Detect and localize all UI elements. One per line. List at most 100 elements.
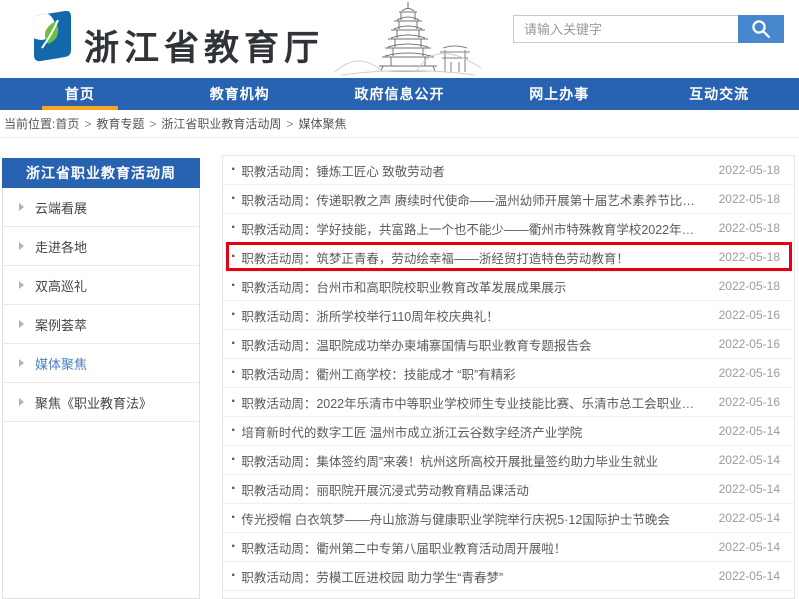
bullet-icon: · [231, 191, 236, 207]
news-item[interactable]: · 职教活动周：筑梦正青春，劳动绘幸福——浙经贸打造特色劳动教育！ 2022-05-… [223, 243, 794, 272]
sidebar-item-label: 聚焦《职业教育法》 [35, 393, 152, 412]
breadcrumb-item[interactable]: 媒体聚焦 [298, 117, 346, 131]
caret-right-icon [19, 320, 24, 328]
news-date: 2022-05-14 [719, 540, 780, 554]
bullet-icon: · [231, 336, 236, 352]
sidebar-items: 云端看展走进各地双高巡礼案例荟萃媒体聚焦聚焦《职业教育法》 [3, 188, 199, 422]
news-date: 2022-05-14 [719, 511, 780, 525]
nav-item-教育机构[interactable]: 教育机构 [160, 78, 320, 110]
news-item[interactable]: · 传光授帽 白衣筑梦——舟山旅游与健康职业学院举行庆祝5·12国际护士节晚会 20… [223, 504, 794, 533]
news-title: 职教活动周：劳模工匠进校园 助力学生“青春梦” [241, 567, 704, 586]
nav-item-互动交流[interactable]: 互动交流 [639, 78, 799, 110]
nav-item-网上办事[interactable]: 网上办事 [479, 78, 639, 110]
sidebar-item-聚焦《职业教育法》[interactable]: 聚焦《职业教育法》 [3, 383, 199, 422]
breadcrumb-item[interactable]: 教育专题 [96, 117, 144, 131]
bullet-icon: · [231, 307, 236, 323]
main-nav: 首页教育机构政府信息公开网上办事互动交流 [0, 78, 799, 110]
breadcrumb-separator: > [149, 117, 156, 131]
search-input[interactable] [513, 15, 738, 43]
news-date: 2022-05-16 [719, 395, 780, 409]
news-item[interactable]: · 职教活动周：温职院成功举办柬埔寨国情与职业教育专题报告会 2022-05-16 [223, 330, 794, 359]
news-date: 2022-05-18 [719, 279, 780, 293]
sidebar-item-label: 双高巡礼 [35, 276, 87, 295]
breadcrumb: 当前位置:首页 > 教育专题 > 浙江省职业教育活动周 > 媒体聚焦 [0, 110, 799, 138]
news-item[interactable]: · 职教活动周：台州市和高职院校职业教育改革发展成果展示 2022-05-18 [223, 272, 794, 301]
news-title: 培育新时代的数字工匠 温州市成立浙江云谷数字经济产业学院 [241, 422, 704, 441]
news-title: 职教活动周：集体签约周”来袭！杭州这所高校开展批量签约助力毕业生就业 [241, 451, 704, 470]
news-item[interactable]: ·职教活动周：学好技能，共富路上一个也不能少——衢州市特殊教育学校2022年职业… [223, 214, 794, 243]
news-title: 职教活动周：丽职院开展沉浸式劳动教育精品课活动 [241, 480, 704, 499]
news-title: 职教活动周：2022年乐清市中等职业学校师生专业技能比赛、乐清市总工会职业技术学… [241, 393, 704, 412]
news-title: 职教活动周：台州市和高职院校职业教育改革发展成果展示 [241, 277, 704, 296]
bullet-icon: · [231, 249, 236, 265]
news-title: 职教活动周：学好技能，共富路上一个也不能少——衢州市特殊教育学校2022年职业教… [241, 219, 704, 238]
sidebar-item-走进各地[interactable]: 走进各地 [3, 227, 199, 266]
sidebar-item-label: 媒体聚焦 [35, 354, 87, 373]
news-title: 传光授帽 白衣筑梦——舟山旅游与健康职业学院举行庆祝5·12国际护士节晚会 [241, 509, 704, 528]
news-title: 职教活动周：筑梦正青春，劳动绘幸福——浙经贸打造特色劳动教育！ [241, 248, 704, 267]
news-item[interactable]: · 职教活动周：丽职院开展沉浸式劳动教育精品课活动 2022-05-14 [223, 475, 794, 504]
news-title: 职教活动周：衢州工商学校：技能成才 “职”有精彩 [241, 364, 704, 383]
bullet-icon: · [231, 423, 236, 439]
sidebar-item-label: 云端看展 [35, 198, 87, 217]
news-item[interactable]: · 职教活动周：衢州第二中专第八届职业教育活动周开展啦！ 2022-05-14 [223, 533, 794, 562]
caret-right-icon [19, 398, 24, 406]
sidebar-title: 浙江省职业教育活动周 [2, 158, 200, 188]
news-item[interactable]: · 职教活动周：衢州工商学校：技能成才 “职”有精彩 2022-05-16 [223, 359, 794, 388]
news-item[interactable]: ·职教活动周：锤炼工匠心 致敬劳动者2022-05-18 [223, 156, 794, 185]
site-title: 浙江省教育厅 [84, 20, 324, 71]
news-item[interactable]: · 职教活动周：2022年乐清市中等职业学校师生专业技能比赛、乐清市总工会职业技术… [223, 388, 794, 417]
news-item[interactable]: · 职教活动周：传递职教之声 赓续时代使命——温州幼师开展第十届艺术素养节比赛暨职… [223, 185, 794, 214]
news-date: 2022-05-14 [719, 569, 780, 583]
news-title: 职教活动周：传递职教之声 赓续时代使命——温州幼师开展第十届艺术素养节比赛暨职业… [241, 190, 704, 209]
bullet-icon: · [231, 365, 236, 381]
breadcrumb-items: 首页 > 教育专题 > 浙江省职业教育活动周 > 媒体聚焦 [55, 117, 346, 131]
news-item[interactable]: · 职教活动周：浙所学校举行110周年校庆典礼！ 2022-05-16 [223, 301, 794, 330]
news-item[interactable]: · 职教活动周：劳模工匠进校园 助力学生“青春梦” 2022-05-14 [223, 562, 794, 591]
caret-right-icon [19, 281, 24, 289]
sidebar-item-案例荟萃[interactable]: 案例荟萃 [3, 305, 199, 344]
bullet-icon: · [231, 481, 236, 497]
news-list: ·职教活动周：锤炼工匠心 致敬劳动者2022-05-18·职教活动周：传递职教之… [222, 155, 795, 599]
news-date: 2022-05-16 [719, 366, 780, 380]
bullet-icon: · [231, 510, 236, 526]
magnifier-icon [750, 18, 772, 40]
bullet-icon: · [231, 539, 236, 555]
breadcrumb-separator: > [286, 117, 293, 131]
sidebar-item-label: 走进各地 [35, 237, 87, 256]
bullet-icon: · [231, 568, 236, 584]
book-leaf-logo-icon [28, 10, 74, 62]
nav-item-政府信息公开[interactable]: 政府信息公开 [320, 78, 480, 110]
breadcrumb-item[interactable]: 首页 [55, 117, 79, 131]
breadcrumb-prefix: 当前位置: [4, 117, 55, 131]
news-date: 2022-05-16 [719, 308, 780, 322]
sidebar-item-label: 案例荟萃 [35, 315, 87, 334]
breadcrumb-item[interactable]: 浙江省职业教育活动周 [161, 117, 281, 131]
news-title: 职教活动周：锤炼工匠心 致敬劳动者 [241, 161, 704, 180]
bullet-icon: · [231, 394, 236, 410]
news-date: 2022-05-16 [719, 337, 780, 351]
bullet-icon: · [231, 452, 236, 468]
news-title: 职教活动周：浙所学校举行110周年校庆典礼！ [241, 306, 704, 325]
sidebar: 浙江省职业教育活动周 云端看展走进各地双高巡礼案例荟萃媒体聚焦聚焦《职业教育法》 [2, 158, 200, 599]
search-button[interactable] [738, 15, 784, 43]
page: 浙江省教育厅 [0, 0, 799, 599]
news-item[interactable]: ·培育新时代的数字工匠 温州市成立浙江云谷数字经济产业学院2022-05-14 [223, 417, 794, 446]
news-date: 2022-05-18 [719, 192, 780, 206]
bullet-icon: · [231, 278, 236, 294]
breadcrumb-separator: > [84, 117, 91, 131]
news-title: 职教活动周：温职院成功举办柬埔寨国情与职业教育专题报告会 [241, 335, 704, 354]
nav-item-首页[interactable]: 首页 [0, 78, 160, 110]
sidebar-item-双高巡礼[interactable]: 双高巡礼 [3, 266, 199, 305]
news-title: 职教活动周：衢州第二中专第八届职业教育活动周开展啦！ [241, 538, 704, 557]
caret-right-icon [19, 359, 24, 367]
sidebar-item-媒体聚焦[interactable]: 媒体聚焦 [3, 344, 199, 383]
news-date: 2022-05-14 [719, 482, 780, 496]
news-date: 2022-05-18 [719, 250, 780, 264]
news-date: 2022-05-18 [719, 221, 780, 235]
news-item[interactable]: · 职教活动周：集体签约周”来袭！杭州这所高校开展批量签约助力毕业生就业 2022-… [223, 446, 794, 475]
pagoda-sketch-icon [333, 0, 483, 78]
caret-right-icon [19, 242, 24, 250]
sidebar-item-云端看展[interactable]: 云端看展 [3, 188, 199, 227]
news-date: 2022-05-14 [719, 453, 780, 467]
